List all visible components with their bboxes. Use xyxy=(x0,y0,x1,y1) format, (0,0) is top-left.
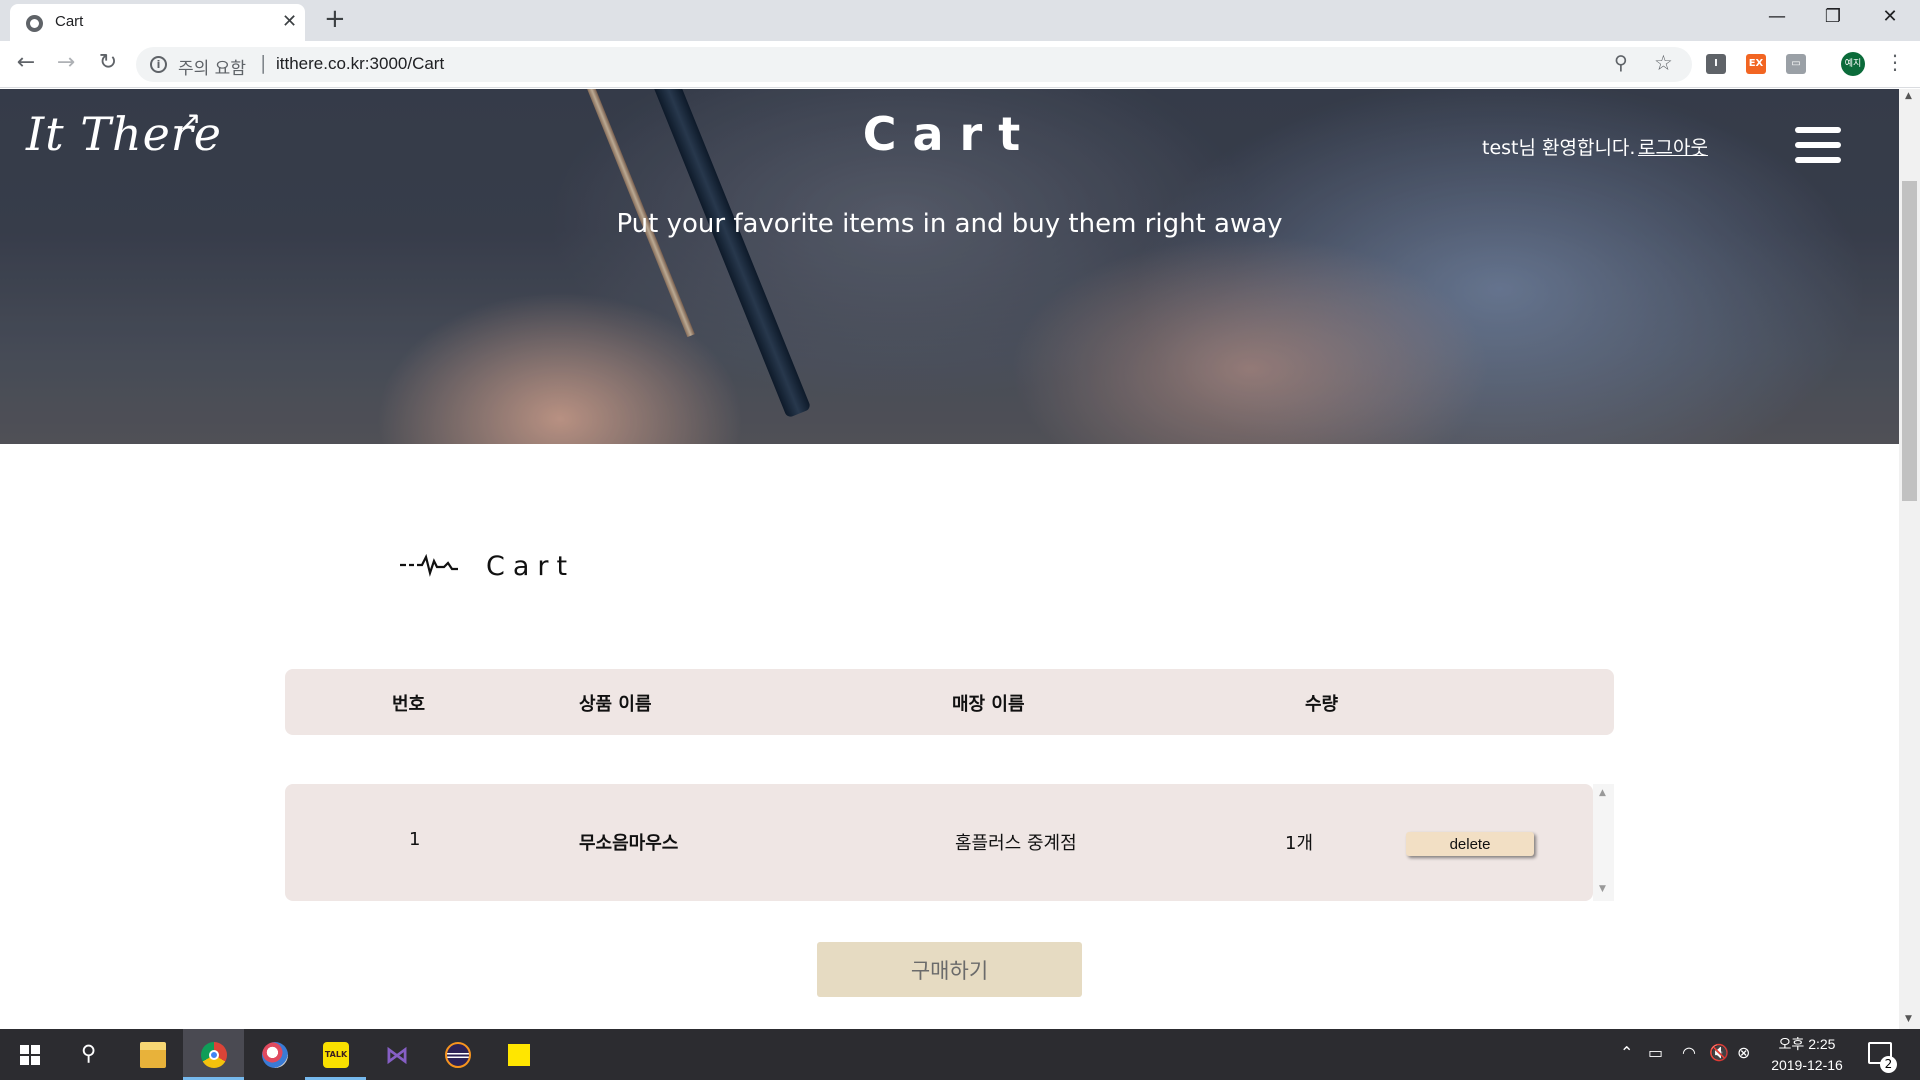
tab-close-icon[interactable]: ✕ xyxy=(282,11,297,32)
scroll-up-icon[interactable]: ▲ xyxy=(1905,91,1912,101)
url-text[interactable]: itthere.co.kr:3000/Cart xyxy=(276,54,444,74)
browser-menu-icon[interactable]: ⋮ xyxy=(1885,50,1905,74)
page-scrollbar[interactable]: ▲ ▼ xyxy=(1899,89,1920,1029)
hero-banner: It There ↗ Cart Put your favorite items … xyxy=(0,89,1899,444)
extension-icon[interactable]: I xyxy=(1706,54,1726,74)
taskbar-sticky-notes[interactable] xyxy=(488,1029,549,1080)
welcome-text: test님 환영합니다. xyxy=(1482,137,1636,159)
windows-logo-icon xyxy=(20,1045,40,1065)
minimize-icon[interactable]: — xyxy=(1762,6,1792,27)
chrome-icon xyxy=(201,1042,227,1068)
back-icon[interactable]: ← xyxy=(12,50,40,75)
header-product: 상품 이름 xyxy=(579,694,652,715)
cart-table-header: 번호 상품 이름 매장 이름 수량 xyxy=(285,669,1614,735)
cell-store: 홈플러스 중계점 xyxy=(955,833,1077,854)
volume-muted-icon[interactable]: 🔇 xyxy=(1709,1043,1729,1062)
taskbar-search[interactable]: ⚲ xyxy=(61,1029,122,1080)
reload-icon[interactable]: ↻ xyxy=(94,50,122,75)
browser-tab-bar: Cart ✕ + — ❐ ✕ xyxy=(0,0,1920,41)
windows-taskbar: ⚲ TALK ⋈ ⌃ ▭ ◠ 🔇 ⊗ 오후 2:25 2019-12-16 2 xyxy=(0,1029,1920,1080)
header-number: 번호 xyxy=(392,694,426,715)
taskbar-chrome[interactable] xyxy=(183,1029,244,1080)
scrollbar-thumb[interactable] xyxy=(1902,181,1917,501)
header-store: 매장 이름 xyxy=(952,694,1025,715)
zoom-icon[interactable]: ⚲ xyxy=(1614,52,1628,74)
network-error-icon[interactable]: ⊗ xyxy=(1737,1043,1750,1062)
taskbar-visual-studio[interactable]: ⋈ xyxy=(366,1029,427,1080)
header-quantity: 수량 xyxy=(1305,694,1339,715)
globe-icon xyxy=(26,15,43,32)
table-row: 1 무소음마우스 홈플러스 중계점 1개 delete xyxy=(285,784,1593,901)
scroll-down-icon[interactable]: ▼ xyxy=(1905,1014,1912,1024)
divider: | xyxy=(260,52,267,74)
address-bar[interactable]: i 주의 요함 | itthere.co.kr:3000/Cart ⚲ ☆ xyxy=(136,47,1692,82)
cell-product: 무소음마우스 xyxy=(579,833,679,854)
eclipse-icon xyxy=(445,1042,471,1068)
taskbar-file-explorer[interactable] xyxy=(122,1029,183,1080)
tray-overflow-icon[interactable]: ⌃ xyxy=(1620,1043,1633,1062)
search-icon: ⚲ xyxy=(81,1041,97,1065)
extension-cast-icon[interactable]: ▭ xyxy=(1786,54,1806,74)
cart-table-body: 1 무소음마우스 홈플러스 중계점 1개 delete ▲ ▼ xyxy=(285,784,1614,901)
kakaotalk-icon: TALK xyxy=(323,1042,349,1068)
cell-number: 1 xyxy=(409,829,421,850)
security-label: 주의 요함 xyxy=(178,59,246,79)
table-scrollbar[interactable]: ▲ ▼ xyxy=(1593,784,1614,901)
info-icon[interactable]: i xyxy=(150,56,167,73)
delete-button[interactable]: delete xyxy=(1406,832,1534,856)
clock-time: 오후 2:25 xyxy=(1778,1036,1836,1052)
hamburger-menu-icon[interactable] xyxy=(1795,127,1841,163)
logout-link[interactable]: 로그아웃 xyxy=(1638,133,1708,160)
page-viewport: It There ↗ Cart Put your favorite items … xyxy=(0,89,1899,1029)
browser-toolbar: ← → ↻ i 주의 요함 | itthere.co.kr:3000/Cart … xyxy=(0,41,1920,88)
pulse-line-icon xyxy=(400,553,458,577)
visual-studio-icon: ⋈ xyxy=(385,1041,409,1069)
taskbar-clock[interactable]: 오후 2:25 2019-12-16 xyxy=(1752,1034,1862,1076)
taskbar-kakaotalk[interactable]: TALK xyxy=(305,1029,366,1080)
restore-icon[interactable]: ❐ xyxy=(1818,6,1848,27)
section-title: Cart xyxy=(486,551,576,582)
taskbar-paint[interactable] xyxy=(244,1029,305,1080)
extension-ex-icon[interactable]: EX xyxy=(1746,54,1766,74)
forward-icon[interactable]: → xyxy=(52,50,80,75)
page-subtitle: Put your favorite items in and buy them … xyxy=(616,209,1283,239)
cell-quantity: 1개 xyxy=(1285,833,1314,854)
tab-title: Cart xyxy=(55,13,84,30)
paint-icon xyxy=(262,1042,288,1068)
bookmark-star-icon[interactable]: ☆ xyxy=(1654,51,1673,75)
folder-icon xyxy=(140,1042,166,1068)
window-close-icon[interactable]: ✕ xyxy=(1875,6,1905,27)
clock-date: 2019-12-16 xyxy=(1771,1057,1843,1073)
battery-icon[interactable]: ▭ xyxy=(1648,1043,1663,1062)
purchase-button[interactable]: 구매하기 xyxy=(817,942,1082,997)
scroll-up-icon[interactable]: ▲ xyxy=(1599,788,1606,798)
notification-badge: 2 xyxy=(1880,1056,1897,1073)
wifi-icon[interactable]: ◠ xyxy=(1682,1043,1696,1062)
start-button[interactable] xyxy=(0,1029,61,1080)
taskbar-eclipse[interactable] xyxy=(427,1029,488,1080)
scroll-down-icon[interactable]: ▼ xyxy=(1599,884,1606,894)
new-tab-icon[interactable]: + xyxy=(324,4,346,34)
profile-avatar[interactable]: 예지 xyxy=(1841,52,1865,76)
browser-tab[interactable]: Cart ✕ xyxy=(10,4,305,41)
sticky-notes-icon xyxy=(508,1044,530,1066)
